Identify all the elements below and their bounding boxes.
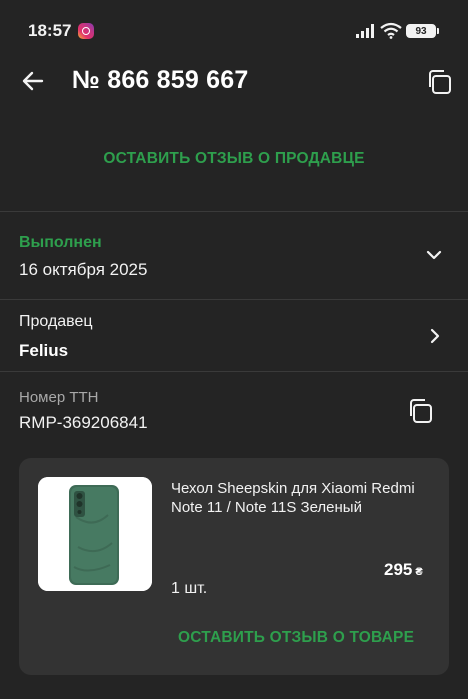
copy-ttn-icon[interactable] [405, 396, 435, 426]
signal-icon [356, 24, 374, 38]
product-price: 295 ₴ [384, 560, 423, 580]
product-review-button[interactable]: ОСТАВИТЬ ОТЗЫВ О ТОВАРЕ [178, 629, 414, 647]
page-title: № 866 859 667 [72, 66, 249, 94]
phone-case-image [38, 477, 152, 591]
product-name[interactable]: Чехол Sheepskin для Xiaomi Redmi Note 11… [171, 479, 421, 517]
arrow-left-icon[interactable] [18, 66, 48, 96]
seller-name: Felius [19, 341, 69, 360]
price-value: 295 [384, 560, 413, 579]
order-status: Выполнен [19, 234, 102, 251]
instagram-icon [78, 23, 94, 39]
ttn-value: RMP-369206841 [19, 413, 148, 432]
wifi-icon [380, 22, 402, 39]
currency-symbol: ₴ [415, 566, 423, 578]
seller-label: Продавец [19, 313, 93, 330]
seller-review-button[interactable]: ОСТАВИТЬ ОТЗЫВ О ПРОДАВЦЕ [0, 150, 468, 168]
ttn-label: Номер ТТН [19, 389, 99, 406]
seller-row[interactable]: Продавец Felius [0, 300, 468, 371]
status-time: 18:57 [28, 21, 72, 40]
copy-icon[interactable] [424, 67, 454, 97]
divider [0, 371, 468, 372]
product-quantity: 1 шт. [171, 580, 208, 597]
order-date: 16 октября 2025 [19, 260, 148, 279]
battery-icon: 93 [406, 24, 439, 38]
chevron-right-icon[interactable] [424, 325, 446, 347]
order-status-row[interactable]: Выполнен 16 октября 2025 [0, 212, 468, 299]
product-image[interactable] [38, 477, 152, 591]
chevron-down-icon[interactable] [423, 244, 445, 266]
